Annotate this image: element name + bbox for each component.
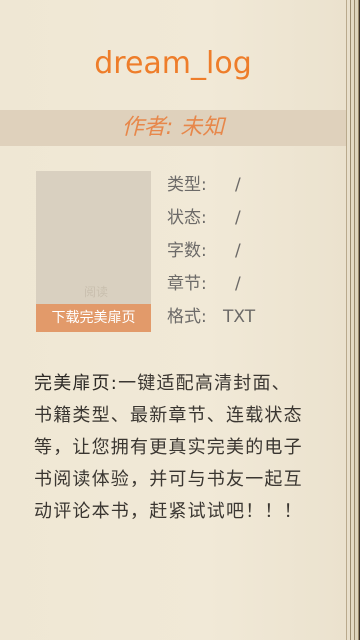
- meta-row-format: 格式: TXT: [167, 302, 255, 335]
- meta-key: 字数:: [167, 241, 207, 261]
- meta-row-chapter: 章节: /: [167, 269, 255, 302]
- meta-value: /: [235, 175, 241, 195]
- meta-row-word-count: 字数: /: [167, 236, 255, 269]
- download-cover-button[interactable]: 下载完美扉页: [36, 304, 151, 332]
- meta-row-type: 类型: /: [167, 170, 255, 203]
- meta-value: /: [235, 274, 241, 294]
- author-label: 作者: 未知: [121, 115, 225, 140]
- book-cover-page: dream_log 作者: 未知 阅读 下载完美扉页 类型: / 状态: / 字数:…: [0, 0, 347, 640]
- meta-key: 章节:: [167, 274, 207, 294]
- meta-value: /: [235, 241, 241, 261]
- promo-description: 完美扉页:一键适配高清封面、书籍类型、最新章节、连载状态等，让您拥有更真实完美的…: [34, 368, 309, 528]
- cover-watermark: 阅读: [84, 285, 109, 299]
- meta-key: 格式:: [167, 307, 207, 327]
- cover-placeholder[interactable]: 阅读 下载完美扉页: [36, 171, 151, 332]
- meta-row-status: 状态: /: [167, 203, 255, 236]
- meta-key: 类型:: [167, 175, 207, 195]
- book-meta-list: 类型: / 状态: / 字数: / 章节: / 格式: TXT: [167, 170, 255, 335]
- author-band: 作者: 未知: [0, 110, 346, 146]
- promo-body: 一键适配高清封面、书籍类型、最新章节、连载状态等，让您拥有更真实完美的电子书阅读…: [34, 373, 303, 522]
- meta-key: 状态:: [167, 208, 207, 228]
- meta-value: /: [235, 208, 241, 228]
- book-title: dream_log: [94, 46, 252, 81]
- promo-lead: 完美扉页:: [34, 373, 119, 394]
- meta-value: TXT: [223, 307, 256, 327]
